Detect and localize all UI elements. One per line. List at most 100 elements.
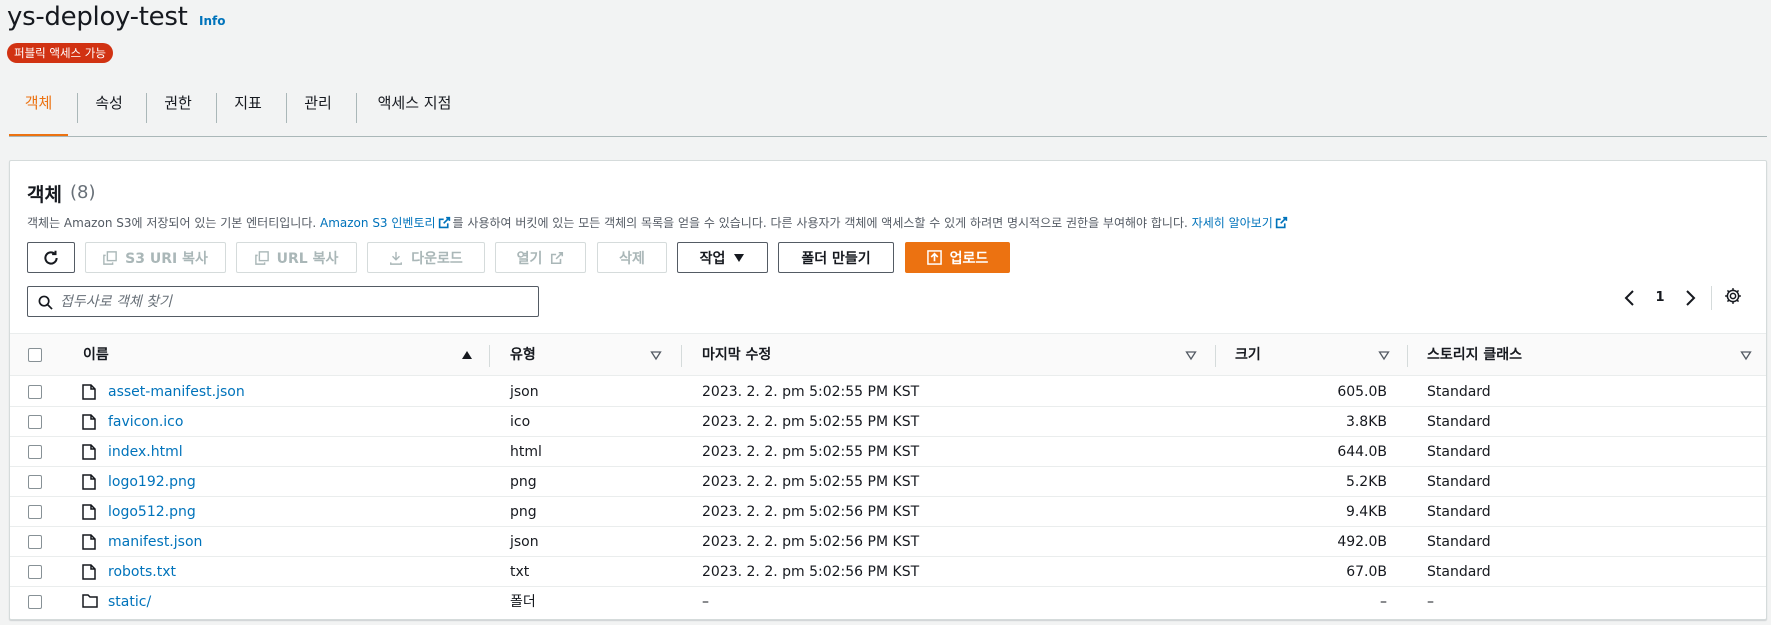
tab-management[interactable]: 관리 — [287, 85, 349, 137]
sort-icon[interactable] — [1378, 348, 1390, 362]
object-name-link[interactable]: favicon.ico — [108, 407, 183, 437]
object-modified: 2023. 2. 2. pm 5:02:55 PM KST — [702, 384, 920, 400]
column-divider — [681, 345, 682, 367]
object-modified: – — [702, 594, 709, 610]
external-link-icon — [551, 251, 564, 264]
upload-button[interactable]: 업로드 — [905, 242, 1010, 273]
object-storage-class: Standard — [1427, 474, 1491, 490]
actions-label: 작업 — [699, 250, 726, 267]
file-icon — [82, 384, 96, 400]
table-row: favicon.ico ico 2023. 2. 2. pm 5:02:55 P… — [10, 407, 1766, 437]
bucket-title: ys-deploy-test — [7, 2, 188, 32]
object-modified: 2023. 2. 2. pm 5:02:55 PM KST — [702, 414, 920, 430]
select-all-checkbox[interactable] — [28, 348, 42, 362]
object-size: 9.4KB — [1345, 504, 1387, 520]
copy-url-button[interactable]: URL 복사 — [236, 242, 357, 273]
download-label: 다운로드 — [411, 250, 463, 267]
file-icon — [82, 534, 96, 550]
object-count: (8) — [70, 182, 96, 203]
object-storage-class: Standard — [1427, 414, 1491, 430]
open-button[interactable]: 열기 — [495, 242, 586, 273]
object-type: png — [510, 504, 537, 520]
row-checkbox[interactable] — [28, 415, 42, 429]
create-folder-button[interactable]: 폴더 만들기 — [778, 242, 894, 273]
delete-button[interactable]: 삭제 — [597, 242, 667, 273]
row-checkbox[interactable] — [28, 475, 42, 489]
object-size: 3.8KB — [1345, 414, 1387, 430]
tab-access-points[interactable]: 액세스 지점 — [357, 85, 472, 137]
chevron-right-icon[interactable] — [1682, 288, 1698, 308]
object-type: 폴더 — [510, 594, 536, 610]
learn-more-link[interactable]: 자세히 알아보기 — [1192, 216, 1273, 230]
copy-url-label: URL 복사 — [276, 250, 339, 267]
table-row: index.html html 2023. 2. 2. pm 5:02:55 P… — [10, 437, 1766, 467]
tab-bar: 객체 속성 권한 지표 관리 액세스 지점 — [9, 85, 1767, 137]
object-type: txt — [510, 564, 530, 580]
object-modified: 2023. 2. 2. pm 5:02:56 PM KST — [702, 504, 920, 520]
info-link[interactable]: Info — [199, 14, 225, 28]
object-storage-class: Standard — [1427, 564, 1491, 580]
object-size: 605.0B — [1337, 384, 1387, 400]
tab-objects[interactable]: 객체 — [9, 85, 68, 137]
file-icon — [82, 444, 96, 460]
object-modified: 2023. 2. 2. pm 5:02:55 PM KST — [702, 444, 920, 460]
inventory-link[interactable]: Amazon S3 인벤토리 — [320, 216, 436, 230]
download-button[interactable]: 다운로드 — [367, 242, 485, 273]
object-name-link[interactable]: index.html — [108, 437, 183, 467]
column-divider — [489, 345, 490, 367]
row-checkbox[interactable] — [28, 505, 42, 519]
object-size: – — [1380, 594, 1387, 610]
table-header: 이름 유형 마지막 수정 크기 스토리지 클래스 — [10, 333, 1766, 376]
row-checkbox[interactable] — [28, 595, 42, 609]
copy-icon — [103, 250, 117, 265]
object-type: json — [510, 384, 539, 400]
search-input[interactable] — [60, 291, 530, 313]
row-checkbox[interactable] — [28, 535, 42, 549]
refresh-button[interactable] — [27, 242, 75, 273]
actions-dropdown[interactable]: 작업 — [677, 242, 768, 273]
object-name-link[interactable]: asset-manifest.json — [108, 377, 245, 407]
sort-ascending-icon[interactable] — [461, 348, 473, 362]
object-name-link[interactable]: logo512.png — [108, 497, 196, 527]
folder-name-link[interactable]: static/ — [108, 587, 151, 617]
sort-icon[interactable] — [1740, 348, 1752, 362]
description-text: 객체는 Amazon S3에 저장되어 있는 기본 엔터티입니다. — [27, 216, 320, 230]
copy-s3-uri-button[interactable]: S3 URI 복사 — [85, 242, 226, 273]
object-size: 5.2KB — [1345, 474, 1387, 490]
tab-metrics[interactable]: 지표 — [217, 85, 279, 137]
tab-permissions[interactable]: 권한 — [147, 85, 209, 137]
object-modified: 2023. 2. 2. pm 5:02:55 PM KST — [702, 474, 920, 490]
copy-icon — [254, 250, 269, 265]
file-icon — [82, 414, 96, 430]
object-storage-class: Standard — [1427, 384, 1491, 400]
gear-icon[interactable] — [1724, 287, 1742, 305]
upload-icon — [926, 250, 942, 265]
column-header-modified[interactable]: 마지막 수정 — [702, 334, 771, 377]
download-icon — [390, 251, 403, 265]
column-header-name[interactable]: 이름 — [83, 334, 109, 377]
object-name-link[interactable]: robots.txt — [108, 557, 176, 587]
sort-icon[interactable] — [1185, 348, 1197, 362]
external-link-icon — [438, 216, 450, 229]
caret-down-icon — [734, 253, 745, 262]
tab-properties[interactable]: 속성 — [78, 85, 140, 137]
page-number[interactable]: 1 — [1654, 288, 1666, 308]
row-checkbox[interactable] — [28, 445, 42, 459]
open-label: 열기 — [516, 250, 543, 267]
sort-icon[interactable] — [650, 348, 662, 362]
column-header-size[interactable]: 크기 — [1235, 334, 1261, 377]
copy-s3-uri-label: S3 URI 복사 — [125, 250, 208, 267]
delete-label: 삭제 — [619, 250, 645, 267]
row-checkbox[interactable] — [28, 565, 42, 579]
folder-icon — [82, 594, 98, 608]
column-header-storage-class[interactable]: 스토리지 클래스 — [1427, 334, 1522, 377]
file-icon — [82, 474, 96, 490]
object-storage-class: Standard — [1427, 534, 1491, 550]
row-checkbox[interactable] — [28, 385, 42, 399]
chevron-left-icon[interactable] — [1622, 288, 1638, 308]
object-modified: 2023. 2. 2. pm 5:02:56 PM KST — [702, 564, 920, 580]
object-name-link[interactable]: manifest.json — [108, 527, 202, 557]
column-header-type[interactable]: 유형 — [510, 334, 536, 377]
object-name-link[interactable]: logo192.png — [108, 467, 196, 497]
object-size: 67.0B — [1346, 564, 1387, 580]
